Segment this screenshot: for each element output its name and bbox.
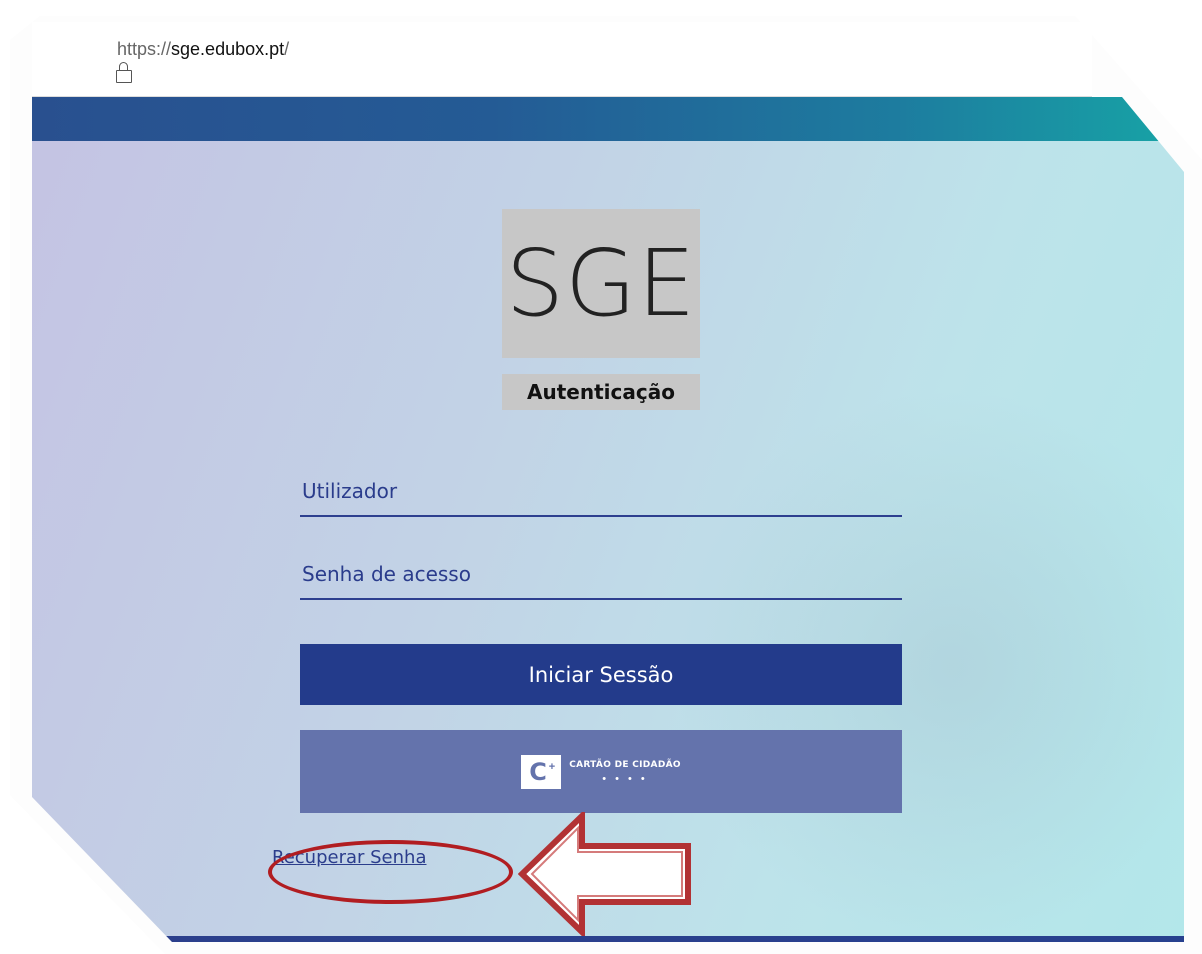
- url-suffix: /: [284, 39, 290, 59]
- sge-logo: SGE: [502, 209, 700, 358]
- password-input[interactable]: [300, 556, 902, 598]
- lock-icon: [116, 62, 132, 83]
- citizen-card-label-wrap: CARTÃO DE CIDADÃO • • • •: [569, 759, 681, 785]
- url-text[interactable]: https://sge.edubox.pt/: [117, 39, 289, 60]
- highlight-ellipse: [268, 840, 513, 904]
- citizen-card-label: CARTÃO DE CIDADÃO: [569, 759, 681, 770]
- login-button[interactable]: Iniciar Sessão: [300, 644, 902, 705]
- url-host: sge.edubox.pt: [171, 39, 285, 59]
- footer-band: [32, 936, 1184, 942]
- page-title-box: Autenticação: [502, 374, 700, 410]
- header-band: [32, 97, 1184, 141]
- username-field-wrap: [300, 473, 902, 517]
- page-title: Autenticação: [527, 380, 675, 404]
- url-prefix: https://: [117, 39, 172, 59]
- password-field-wrap: [300, 556, 902, 600]
- left-arrow-icon: [518, 812, 691, 936]
- logo-text: SGE: [505, 229, 697, 337]
- citizen-card-dots: • • • •: [602, 772, 648, 785]
- citizen-card-icon: C +: [521, 754, 562, 789]
- username-input[interactable]: [300, 473, 902, 515]
- citizen-card-button[interactable]: C + CARTÃO DE CIDADÃO • • • •: [300, 730, 902, 813]
